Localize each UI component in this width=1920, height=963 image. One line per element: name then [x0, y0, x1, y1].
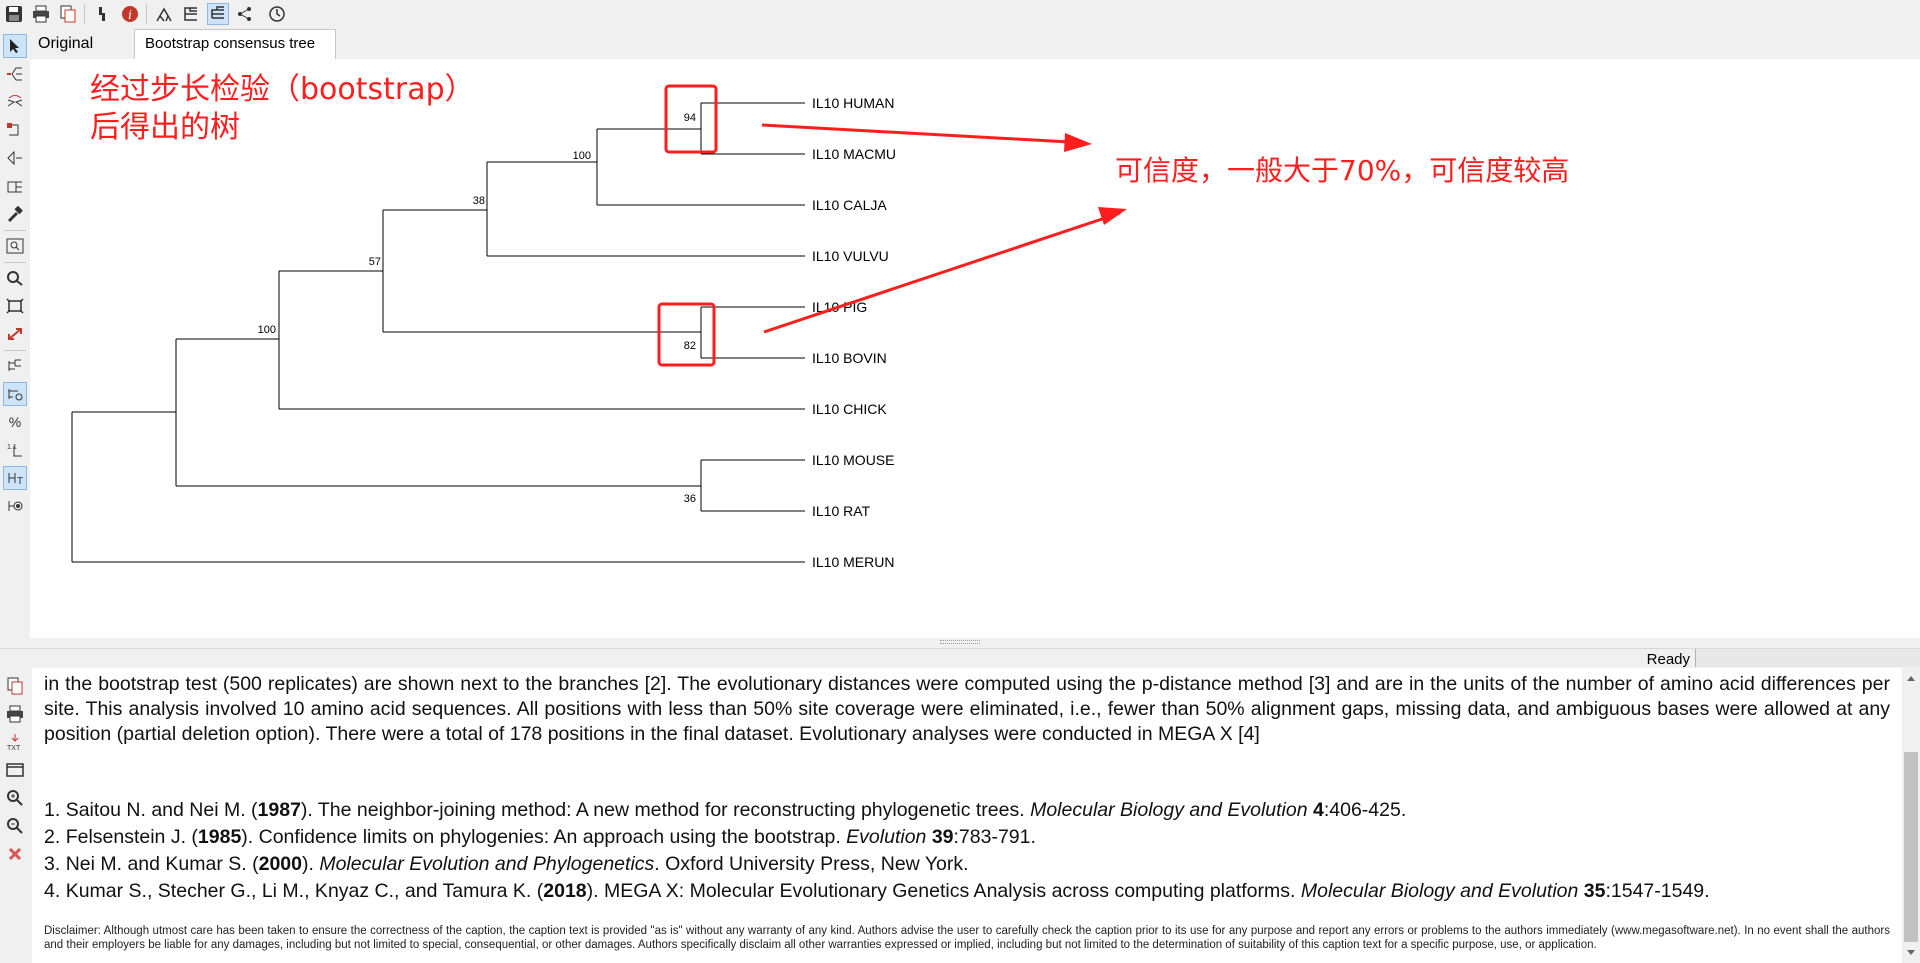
resize-icon[interactable]: [3, 322, 27, 346]
reference-item: 3. Nei M. and Kumar S. (2000). Molecular…: [44, 853, 969, 875]
zoom-icon[interactable]: [3, 266, 27, 290]
search-icon[interactable]: [3, 234, 27, 258]
subtree-icon[interactable]: [3, 174, 27, 198]
annotation-arrow: [761, 123, 1071, 144]
place-root-icon[interactable]: [3, 62, 27, 86]
reference-item: 4. Kumar S., Stecher G., Li M., Knyaz C.…: [44, 880, 1710, 902]
settings-icon[interactable]: [3, 494, 27, 518]
zoom-out-icon[interactable]: [3, 814, 27, 838]
copy-icon[interactable]: [57, 3, 79, 25]
annotation-left-line1: 经过步长检验（bootstrap）: [90, 72, 475, 107]
pointer-icon[interactable]: [3, 34, 27, 58]
bootstrap-value: 36: [684, 493, 696, 505]
taxon-label[interactable]: IL10 BOVIN: [812, 350, 887, 366]
tree-style-2-icon[interactable]: [180, 3, 202, 25]
flip-subtree-icon[interactable]: [3, 90, 27, 114]
annotation-right: 可信度，一般大于70%，可信度较高: [1115, 154, 1570, 187]
taxon-label[interactable]: IL10 HUMAN: [812, 95, 894, 111]
close-icon[interactable]: [3, 842, 27, 866]
tab-bootstrap-consensus-tree[interactable]: Bootstrap consensus tree: [134, 29, 336, 59]
taxa-icon[interactable]: [234, 3, 256, 25]
clock-icon[interactable]: [266, 3, 288, 25]
arrow-head: [1098, 207, 1127, 225]
swap-subtree-icon[interactable]: [3, 118, 27, 142]
status-bar: Ready: [0, 648, 1920, 668]
reference-item: 1. Saitou N. and Nei M. (1987). The neig…: [44, 799, 1407, 821]
taxon-label[interactable]: IL10 MOUSE: [812, 452, 894, 468]
node-info-icon[interactable]: T: [3, 466, 27, 490]
phylogenetic-tree: IL10 HUMAN IL10 MACMU IL10 CALJA IL10 VU…: [71, 84, 1127, 570]
tree-tools-toolbar: % 1.1 T: [0, 28, 30, 638]
panel-splitter[interactable]: [940, 640, 980, 644]
print-icon[interactable]: [30, 3, 52, 25]
branch-lengths-icon[interactable]: [3, 382, 27, 406]
zoom-in-icon[interactable]: [3, 786, 27, 810]
bootstrap-value: 100: [573, 150, 591, 162]
bootstrap-value: 94: [684, 112, 696, 124]
tree-style-1-icon[interactable]: [153, 3, 175, 25]
caption-panel[interactable]: in the bootstrap test (500 replicates) a…: [32, 668, 1902, 963]
taxon-label[interactable]: IL10 VULVU: [812, 248, 889, 264]
disclaimer-text: Disclaimer: Although utmost care has bee…: [44, 925, 1890, 951]
svg-text:TXT: TXT: [7, 745, 21, 751]
print-icon[interactable]: [3, 702, 27, 726]
taxon-label[interactable]: IL10 MACMU: [812, 146, 896, 162]
svg-text:1.1: 1.1: [7, 444, 17, 451]
bootstrap-value: 100: [258, 324, 276, 336]
fit-window-icon[interactable]: [3, 294, 27, 318]
wrench-icon[interactable]: [92, 3, 114, 25]
taxon-label[interactable]: IL10 CALJA: [812, 197, 887, 213]
bootstrap-value: 57: [369, 256, 381, 268]
taxon-label[interactable]: IL10 RAT: [812, 503, 871, 519]
bootstrap-value: 82: [684, 340, 696, 352]
reference-item: 2. Felsenstein J. (1985). Confidence lim…: [44, 826, 1036, 848]
taxon-label[interactable]: IL10 MERUN: [812, 554, 894, 570]
compress-subtree-icon[interactable]: [3, 146, 27, 170]
percent-icon[interactable]: %: [3, 410, 27, 434]
main-toolbar: i: [0, 0, 1920, 28]
save-icon[interactable]: [3, 3, 25, 25]
copy-icon[interactable]: [3, 674, 27, 698]
annotation-left-line2: 后得出的树: [90, 110, 240, 145]
highlight-box: [657, 302, 716, 367]
tree-canvas[interactable]: IL10 HUMAN IL10 MACMU IL10 CALJA IL10 VU…: [30, 59, 1920, 638]
tree-style-3-icon[interactable]: [207, 3, 229, 25]
status-text: Ready: [1646, 651, 1690, 668]
caption-paragraph: in the bootstrap test (500 replicates) a…: [44, 673, 1890, 745]
hammer-icon[interactable]: [3, 202, 27, 226]
taxon-label[interactable]: IL10 CHICK: [812, 401, 887, 417]
arrow-head: [1064, 133, 1092, 152]
caption-toolbar: TXT: [0, 668, 32, 963]
tab-original-tree[interactable]: Original Tree: [32, 29, 134, 82]
window-icon[interactable]: [3, 758, 27, 782]
status-panel: [1695, 649, 1920, 667]
bootstrap-value: 38: [473, 195, 485, 207]
annotation-arrow: [763, 211, 1121, 334]
svg-text:T: T: [17, 476, 23, 486]
info-icon[interactable]: i: [119, 3, 141, 25]
scale-bar-icon[interactable]: 1.1: [3, 438, 27, 462]
svg-text:i: i: [128, 8, 132, 22]
topology-only-icon[interactable]: [3, 354, 27, 378]
scrollbar-thumb[interactable]: [1904, 752, 1918, 942]
save-txt-icon[interactable]: TXT: [3, 730, 27, 754]
